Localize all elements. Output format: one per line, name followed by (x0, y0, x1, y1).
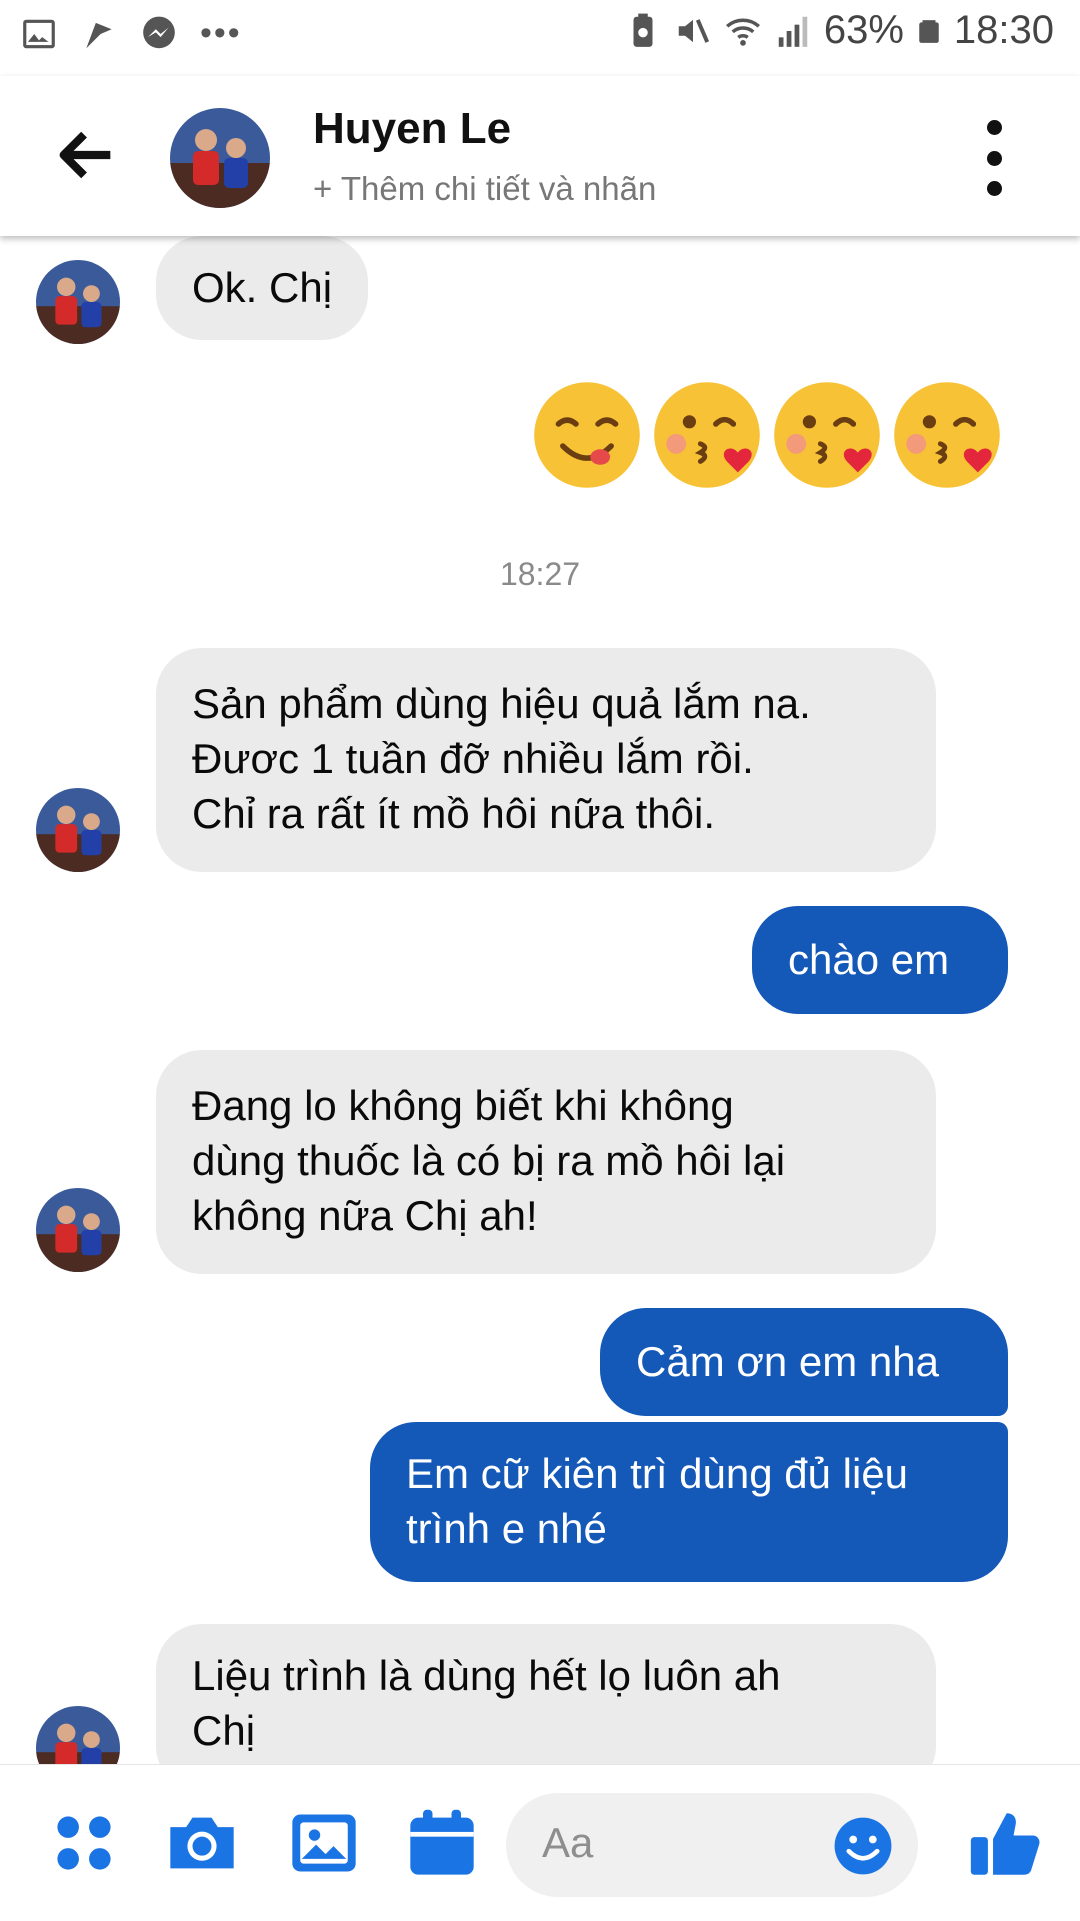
contact-avatar[interactable] (170, 108, 270, 208)
emoji-icon[interactable] (832, 1815, 894, 1877)
battery-percent: 63% (823, 8, 904, 52)
incoming-message[interactable]: Sản phẩm dùng hiệu quả lắm na. Đươc 1 tu… (156, 648, 936, 872)
messenger-icon (143, 16, 175, 48)
kiss-emoji-icon (654, 382, 760, 488)
message-timestamp: 18:27 (499, 556, 581, 592)
message-input-placeholder: Aa (542, 1819, 594, 1866)
message-list[interactable]: Ok. Chị 18:27 Sản phẩm dùng hiệu quả lắm… (0, 236, 1080, 1764)
like-icon[interactable] (964, 1803, 1046, 1885)
apps-icon[interactable] (46, 1805, 122, 1881)
flag-icon (86, 22, 112, 48)
battery-saver-icon (633, 13, 653, 47)
back-arrow-icon[interactable] (52, 120, 122, 190)
signal-icon (778, 16, 808, 47)
yum-emoji-icon (534, 382, 640, 488)
incoming-message[interactable]: Đang lo không biết khi không dùng thuốc … (156, 1050, 936, 1274)
avatar-photo (36, 1706, 120, 1764)
status-bar: ••• 63% 18:30 (0, 0, 1080, 76)
mute-icon (678, 18, 709, 43)
outgoing-message[interactable]: Em cữ kiên trì dùng đủ liệu trình e nhé (370, 1422, 1008, 1582)
composer-bar: Aa (0, 1764, 1080, 1921)
incoming-message[interactable]: Ok. Chị (156, 236, 369, 340)
wifi-icon (725, 18, 760, 46)
avatar-photo (36, 1188, 120, 1272)
add-details-link[interactable]: + Thêm chi tiết và nhãn (313, 170, 656, 208)
avatar-photo (36, 260, 120, 344)
kiss-emoji-icon (894, 382, 1000, 488)
calendar-icon[interactable] (404, 1805, 480, 1881)
status-overflow: ••• (200, 14, 242, 52)
contact-name[interactable]: Huyen Le (313, 104, 511, 154)
outgoing-message[interactable]: chào em (752, 906, 1008, 1014)
incoming-message[interactable]: Liệu trình là dùng hết lọ luôn ah Chị (156, 1624, 936, 1764)
clock: 18:30 (953, 8, 1054, 52)
avatar[interactable] (36, 1188, 120, 1272)
battery-icon (919, 19, 939, 43)
avatar[interactable] (36, 1706, 120, 1764)
gallery-icon (23, 19, 55, 48)
gallery-icon[interactable] (286, 1805, 362, 1881)
camera-icon[interactable] (164, 1805, 240, 1881)
conversation-header: Huyen Le + Thêm chi tiết và nhãn (0, 76, 1080, 236)
avatar-photo (170, 108, 270, 208)
avatar[interactable] (36, 260, 120, 344)
outgoing-message[interactable]: Cảm ơn em nha (600, 1308, 1008, 1416)
kiss-emoji-icon (774, 382, 880, 488)
avatar[interactable] (36, 788, 120, 872)
avatar-photo (36, 788, 120, 872)
more-options-icon[interactable] (974, 120, 1014, 196)
message-input[interactable]: Aa (506, 1793, 918, 1897)
